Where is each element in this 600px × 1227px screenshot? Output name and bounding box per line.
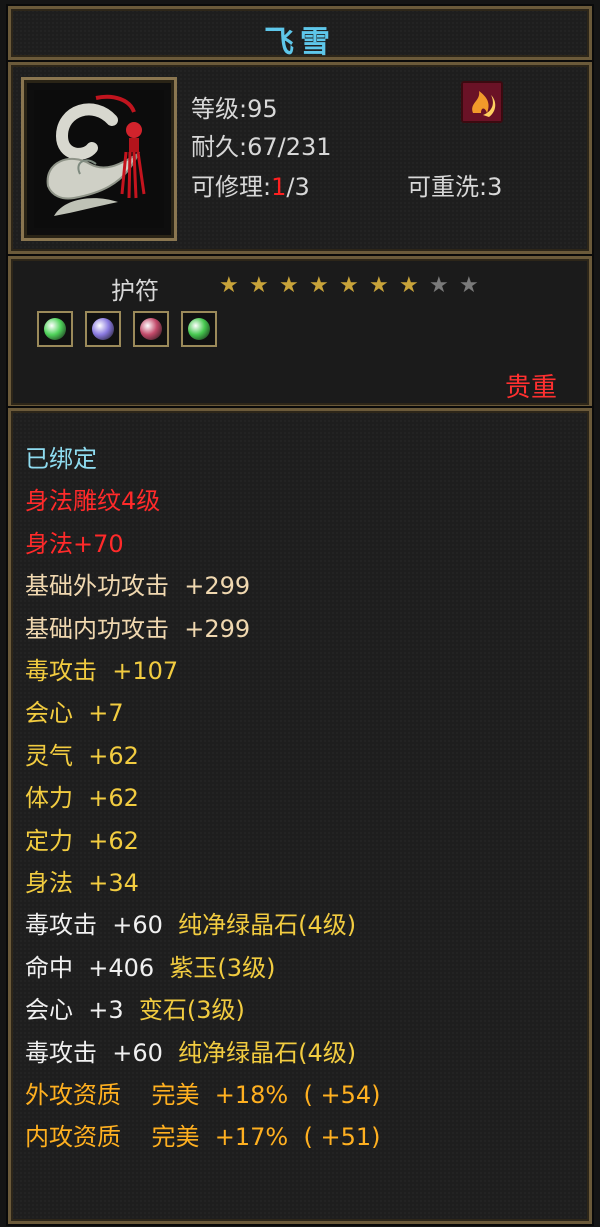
attribute-row: 会心 +7 bbox=[25, 699, 124, 728]
attribute-row: 内攻资质 完美 +17% ( +51) bbox=[25, 1123, 381, 1152]
green-gem-icon[interactable] bbox=[181, 311, 217, 347]
gem-source-label: 纯净绿晶石(4级) bbox=[178, 1038, 357, 1067]
item-tooltip: 飞雪 等级:95 耐久:67/231 可修理:1/3 可重洗:3 护符 ★ ★ … bbox=[0, 0, 600, 1227]
attribute-row: 灵气 +62 bbox=[25, 741, 139, 770]
item-image-frame bbox=[21, 77, 177, 241]
attribute-panel: 已绑定身法雕纹4级 身法+70 基础外功攻击 +299 基础内功攻击 +299 毒攻击 … bbox=[8, 408, 592, 1224]
rewash-label: 可重洗 bbox=[407, 173, 479, 201]
attribute-value: 会心 +3 bbox=[25, 996, 139, 1025]
attribute-row: 会心 +3 变石(3级) bbox=[25, 990, 245, 1025]
type-panel: 护符 ★ ★ ★ ★ ★ ★ ★ ★ ★ 贵重 bbox=[8, 256, 592, 408]
red-gem-icon[interactable] bbox=[133, 311, 169, 347]
rewash-value: :3 bbox=[479, 173, 503, 201]
star-empty-icon: ★ bbox=[459, 273, 479, 298]
durability-value: :67/231 bbox=[239, 133, 332, 161]
repair-colon: : bbox=[263, 173, 272, 201]
attribute-row: 身法 +34 bbox=[25, 869, 139, 897]
jade-pendant-icon bbox=[34, 90, 164, 228]
repair-current: 1 bbox=[271, 173, 287, 201]
star-filled-icon: ★ bbox=[339, 273, 359, 298]
green-gem-icon[interactable] bbox=[37, 311, 73, 347]
repair-max: /3 bbox=[286, 173, 310, 201]
star-empty-icon: ★ bbox=[429, 273, 449, 298]
purple-gem-icon[interactable] bbox=[85, 311, 121, 347]
attribute-row: 毒攻击 +60 纯净绿晶石(4级) bbox=[25, 1033, 356, 1068]
item-name: 飞雪 bbox=[264, 25, 336, 60]
gem-stone bbox=[140, 318, 162, 340]
level-stat: 等级:95 bbox=[191, 89, 278, 124]
attribute-row: 基础内功攻击 +299 bbox=[25, 614, 251, 643]
attribute-row: 外攻资质 完美 +18% ( +54) bbox=[25, 1081, 381, 1109]
star-filled-icon: ★ bbox=[399, 273, 419, 298]
attribute-value: 命中 +406 bbox=[25, 953, 170, 982]
gem-stone bbox=[92, 318, 114, 340]
star-filled-icon: ★ bbox=[219, 273, 239, 298]
level-value: :95 bbox=[239, 95, 278, 123]
level-label: 等级 bbox=[191, 95, 239, 123]
attribute-value: 毒攻击 +60 bbox=[25, 1038, 179, 1067]
rarity-label: 贵重 bbox=[504, 373, 557, 403]
repair-label: 可修理 bbox=[191, 173, 263, 201]
gem-source-label: 变石(3级) bbox=[138, 996, 245, 1025]
star-filled-icon: ★ bbox=[249, 273, 269, 298]
attribute-row: 命中 +406 紫玉(3级) bbox=[25, 948, 275, 983]
attribute-row: 已绑定 bbox=[25, 445, 97, 473]
attribute-row: 身法雕纹4级 bbox=[25, 487, 161, 516]
gem-stone bbox=[44, 318, 66, 340]
gem-source-label: 纯净绿晶石(4级) bbox=[178, 911, 357, 940]
durability-label: 耐久 bbox=[191, 133, 239, 161]
attribute-row: 身法+70 bbox=[25, 529, 124, 558]
star-filled-icon: ★ bbox=[369, 273, 389, 298]
rewash-stat: 可重洗:3 bbox=[407, 167, 502, 202]
star-filled-icon: ★ bbox=[309, 273, 329, 298]
attribute-row: 体力 +62 bbox=[25, 784, 139, 813]
attribute-row: 毒攻击 +60 纯净绿晶石(4级) bbox=[25, 905, 356, 940]
attribute-row: 基础外功攻击 +299 bbox=[25, 572, 251, 601]
star-filled-icon: ★ bbox=[279, 273, 299, 298]
gem-stone bbox=[188, 318, 210, 340]
title-bar: 飞雪 bbox=[8, 6, 592, 60]
durability-stat: 耐久:67/231 bbox=[191, 127, 332, 162]
item-type-label: 护符 bbox=[111, 277, 159, 305]
gem-source-label: 紫玉(3级) bbox=[169, 953, 276, 982]
attribute-row: 毒攻击 +107 bbox=[25, 657, 179, 685]
repair-stat: 可修理:1/3 bbox=[191, 167, 310, 202]
flame-skill-icon bbox=[461, 81, 503, 123]
attribute-value: 毒攻击 +60 bbox=[25, 911, 179, 940]
attribute-row: 定力 +62 bbox=[25, 826, 139, 855]
item-info-panel: 等级:95 耐久:67/231 可修理:1/3 可重洗:3 bbox=[8, 62, 592, 254]
